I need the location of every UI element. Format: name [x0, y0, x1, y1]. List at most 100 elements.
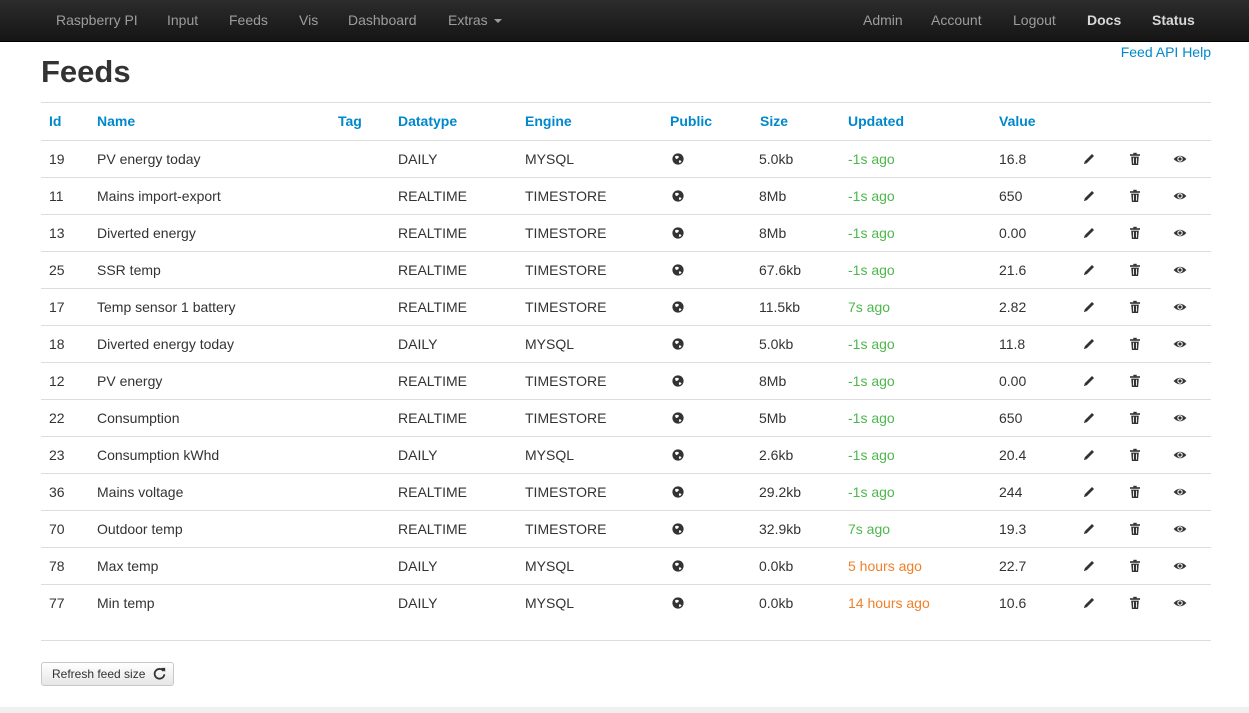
nav-admin[interactable]: Admin: [863, 0, 903, 41]
cell-updated: -1s ago: [848, 262, 895, 278]
trash-icon[interactable]: [1128, 152, 1142, 166]
pencil-icon[interactable]: [1082, 337, 1096, 351]
trash-icon[interactable]: [1128, 189, 1142, 203]
cell-engine: TIMESTORE: [525, 188, 607, 204]
column-header-engine[interactable]: Engine: [525, 111, 572, 131]
trash-icon[interactable]: [1128, 226, 1142, 240]
top-navbar: Raspberry PI Input Feeds Vis Dashboard E…: [0, 0, 1249, 42]
pencil-icon[interactable]: [1082, 152, 1096, 166]
cell-name: PV energy: [97, 373, 163, 389]
pencil-icon[interactable]: [1082, 559, 1096, 573]
trash-icon[interactable]: [1128, 374, 1142, 388]
nav-logout[interactable]: Logout: [1013, 0, 1056, 41]
cell-value: 2.82: [999, 299, 1027, 315]
refresh-feed-size-button[interactable]: Refresh feed size: [41, 662, 174, 686]
pencil-icon[interactable]: [1082, 411, 1096, 425]
column-header-value[interactable]: Value: [999, 111, 1036, 131]
cell-updated: -1s ago: [848, 151, 895, 167]
globe-icon: [671, 374, 685, 388]
cell-id: 78: [49, 558, 65, 574]
cell-value: 10.6: [999, 595, 1027, 611]
globe-icon: [671, 263, 685, 277]
table-row: 13 Diverted energy REALTIME TIMESTORE 8Mb -1s…: [41, 214, 1211, 252]
pencil-icon[interactable]: [1082, 448, 1096, 462]
eye-icon[interactable]: [1173, 448, 1187, 462]
cell-datatype: REALTIME: [398, 262, 467, 278]
nav-input[interactable]: Input: [167, 0, 198, 41]
table-bottom-divider: [41, 640, 1211, 641]
eye-icon[interactable]: [1173, 522, 1187, 536]
globe-icon: [671, 596, 685, 610]
eye-icon[interactable]: [1173, 374, 1187, 388]
nav-status[interactable]: Status: [1152, 0, 1195, 41]
chevron-down-icon: [493, 19, 502, 24]
pencil-icon[interactable]: [1082, 522, 1096, 536]
trash-icon[interactable]: [1128, 596, 1142, 610]
eye-icon[interactable]: [1173, 559, 1187, 573]
column-header-size[interactable]: Size: [760, 111, 788, 131]
eye-icon[interactable]: [1173, 263, 1187, 277]
cell-size: 0.0kb: [759, 595, 794, 611]
column-header-public[interactable]: Public: [670, 111, 712, 131]
cell-engine: TIMESTORE: [525, 373, 607, 389]
cell-name: Max temp: [97, 558, 159, 574]
cell-updated: -1s ago: [848, 484, 895, 500]
trash-icon[interactable]: [1128, 559, 1142, 573]
nav-brand-raspberry-pi[interactable]: Raspberry PI: [56, 0, 138, 41]
nav-vis[interactable]: Vis: [299, 0, 318, 41]
eye-icon[interactable]: [1173, 300, 1187, 314]
cell-updated: -1s ago: [848, 336, 895, 352]
cell-updated: 7s ago: [848, 521, 891, 537]
nav-extras-label: Extras: [448, 12, 488, 28]
column-header-tag[interactable]: Tag: [338, 111, 362, 131]
pencil-icon[interactable]: [1082, 485, 1096, 499]
eye-icon[interactable]: [1173, 337, 1187, 351]
pencil-icon[interactable]: [1082, 596, 1096, 610]
cell-size: 29.2kb: [759, 484, 802, 500]
cell-value: 21.6: [999, 262, 1027, 278]
trash-icon[interactable]: [1128, 522, 1142, 536]
pencil-icon[interactable]: [1082, 189, 1096, 203]
cell-size: 8Mb: [759, 188, 787, 204]
trash-icon[interactable]: [1128, 485, 1142, 499]
pencil-icon[interactable]: [1082, 226, 1096, 240]
trash-icon[interactable]: [1128, 448, 1142, 462]
column-header-updated[interactable]: Updated: [848, 111, 904, 131]
eye-icon[interactable]: [1173, 152, 1187, 166]
cell-name: Consumption kWhd: [97, 447, 220, 463]
globe-icon: [671, 522, 685, 536]
column-header-name[interactable]: Name: [97, 111, 135, 131]
nav-account[interactable]: Account: [931, 0, 982, 41]
cell-engine: MYSQL: [525, 595, 575, 611]
cell-value: 11.8: [999, 336, 1026, 352]
cell-value: 0.00: [999, 225, 1027, 241]
cell-size: 67.6kb: [759, 262, 802, 278]
eye-icon[interactable]: [1173, 189, 1187, 203]
trash-icon[interactable]: [1128, 411, 1142, 425]
feed-api-help-link[interactable]: Feed API Help: [1121, 44, 1211, 60]
pencil-icon[interactable]: [1082, 263, 1096, 277]
cell-updated: 14 hours ago: [848, 595, 930, 611]
eye-icon[interactable]: [1173, 485, 1187, 499]
cell-size: 11.5kb: [759, 299, 800, 315]
nav-feeds[interactable]: Feeds: [229, 0, 268, 41]
cell-name: Mains voltage: [97, 484, 184, 500]
refresh-icon: [153, 667, 166, 680]
globe-icon: [671, 448, 685, 462]
trash-icon[interactable]: [1128, 337, 1142, 351]
nav-dashboard[interactable]: Dashboard: [348, 0, 417, 41]
nav-extras-dropdown[interactable]: Extras: [448, 0, 502, 41]
nav-docs[interactable]: Docs: [1087, 0, 1121, 41]
column-header-id[interactable]: Id: [49, 111, 61, 131]
pencil-icon[interactable]: [1082, 300, 1096, 314]
table-row: 12 PV energy REALTIME TIMESTORE 8Mb -1s ago 0.…: [41, 362, 1211, 400]
eye-icon[interactable]: [1173, 596, 1187, 610]
trash-icon[interactable]: [1128, 300, 1142, 314]
refresh-feed-size-label: Refresh feed size: [52, 667, 146, 681]
eye-icon[interactable]: [1173, 411, 1187, 425]
eye-icon[interactable]: [1173, 226, 1187, 240]
pencil-icon[interactable]: [1082, 374, 1096, 388]
trash-icon[interactable]: [1128, 263, 1142, 277]
cell-id: 70: [49, 521, 65, 537]
column-header-datatype[interactable]: Datatype: [398, 111, 457, 131]
